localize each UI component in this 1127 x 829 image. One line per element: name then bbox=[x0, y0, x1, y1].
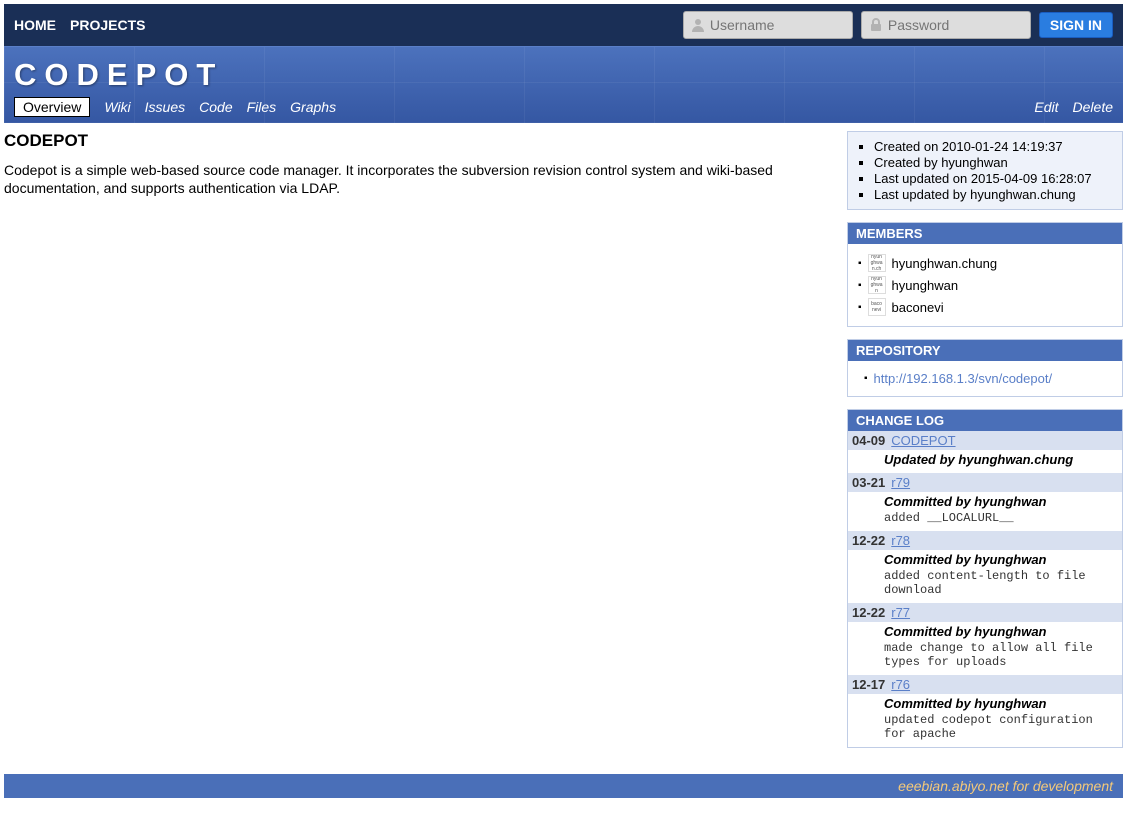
sidebar: Created on 2010-01-24 14:19:37 Created b… bbox=[847, 131, 1123, 760]
password-input[interactable] bbox=[888, 17, 1024, 33]
members-box: MEMBERS ▪hyun ghwa n.chhyunghwan.chung▪h… bbox=[847, 222, 1123, 327]
changelog-entry-head: 12-22 r77 bbox=[848, 603, 1122, 622]
changelog-msg: made change to allow all file types for … bbox=[884, 641, 1118, 669]
main-content: CODEPOT Codepot is a simple web-based so… bbox=[4, 131, 827, 760]
username-field-wrap[interactable] bbox=[683, 11, 853, 39]
footer: eeebian.abiyo.net for development bbox=[4, 774, 1123, 798]
members-header: MEMBERS bbox=[848, 223, 1122, 244]
topbar: HOME PROJECTS SIGN IN bbox=[4, 4, 1123, 46]
meta-updated-by: Last updated by hyunghwan.chung bbox=[874, 187, 1114, 202]
changelog-date: 03-21 bbox=[852, 475, 885, 490]
changelog-msg: added __LOCALURL__ bbox=[884, 511, 1118, 525]
changelog-date: 12-22 bbox=[852, 533, 885, 548]
repository-box: REPOSITORY ▪ http://192.168.1.3/svn/code… bbox=[847, 339, 1123, 397]
changelog-by: Committed by hyunghwan bbox=[884, 552, 1118, 567]
changelog-box: CHANGE LOG 04-09 CODEPOT Updated by hyungh… bbox=[847, 409, 1123, 748]
changelog-entry-head: 03-21 r79 bbox=[848, 473, 1122, 492]
meta-updated-on: Last updated on 2015-04-09 16:28:07 bbox=[874, 171, 1114, 186]
member-avatar: hyun ghwa n bbox=[868, 276, 886, 294]
lock-icon bbox=[868, 17, 884, 33]
changelog-by: Committed by hyunghwan bbox=[884, 696, 1118, 711]
delete-link[interactable]: Delete bbox=[1073, 99, 1113, 115]
changelog-by: Updated by hyunghwan.chung bbox=[884, 452, 1118, 467]
page-title: CODEPOT bbox=[4, 131, 827, 151]
changelog-entry-body: Committed by hyunghwan added content-leng… bbox=[848, 550, 1122, 603]
member-item: ▪baco nevibaconevi bbox=[858, 298, 1112, 316]
changelog-header: CHANGE LOG bbox=[848, 410, 1122, 431]
project-description: Codepot is a simple web-based source cod… bbox=[4, 161, 827, 197]
tab-files[interactable]: Files bbox=[247, 99, 277, 115]
member-name: hyunghwan bbox=[892, 278, 959, 293]
repository-url[interactable]: http://192.168.1.3/svn/codepot/ bbox=[874, 371, 1053, 386]
tab-graphs[interactable]: Graphs bbox=[290, 99, 336, 115]
password-field-wrap[interactable] bbox=[861, 11, 1031, 39]
tab-issues[interactable]: Issues bbox=[145, 99, 185, 115]
tab-wiki[interactable]: Wiki bbox=[104, 99, 130, 115]
changelog-entry-body: Committed by hyunghwan added __LOCALURL__ bbox=[848, 492, 1122, 531]
changelog-msg: added content-length to file download bbox=[884, 569, 1118, 597]
changelog-date: 12-17 bbox=[852, 677, 885, 692]
changelog-entry-head: 12-17 r76 bbox=[848, 675, 1122, 694]
member-name: baconevi bbox=[892, 300, 944, 315]
user-icon bbox=[690, 17, 706, 33]
changelog-date: 04-09 bbox=[852, 433, 885, 448]
changelog-rev[interactable]: CODEPOT bbox=[891, 433, 955, 448]
changelog-entry-head: 12-22 r78 bbox=[848, 531, 1122, 550]
meta-created-on: Created on 2010-01-24 14:19:37 bbox=[874, 139, 1114, 154]
changelog-by: Committed by hyunghwan bbox=[884, 624, 1118, 639]
member-name: hyunghwan.chung bbox=[892, 256, 998, 271]
changelog-rev[interactable]: r78 bbox=[891, 533, 910, 548]
changelog-rev[interactable]: r77 bbox=[891, 605, 910, 620]
member-item: ▪hyun ghwa nhyunghwan bbox=[858, 276, 1112, 294]
changelog-rev[interactable]: r79 bbox=[891, 475, 910, 490]
changelog-date: 12-22 bbox=[852, 605, 885, 620]
nav-projects[interactable]: PROJECTS bbox=[70, 17, 145, 33]
nav-home[interactable]: HOME bbox=[14, 17, 56, 33]
repository-header: REPOSITORY bbox=[848, 340, 1122, 361]
changelog-entry-body: Committed by hyunghwan updated codepot co… bbox=[848, 694, 1122, 747]
tab-overview[interactable]: Overview bbox=[14, 97, 90, 117]
changelog-msg: updated codepot configuration for apache bbox=[884, 713, 1118, 741]
changelog-entry-body: Updated by hyunghwan.chung bbox=[848, 450, 1122, 473]
edit-link[interactable]: Edit bbox=[1034, 99, 1058, 115]
project-title: CODEPOT bbox=[14, 57, 1113, 93]
member-avatar: hyun ghwa n.ch bbox=[868, 254, 886, 272]
member-item: ▪hyun ghwa n.chhyunghwan.chung bbox=[858, 254, 1112, 272]
changelog-rev[interactable]: r76 bbox=[891, 677, 910, 692]
changelog-entry-body: Committed by hyunghwan made change to all… bbox=[848, 622, 1122, 675]
project-header: CODEPOT Overview Wiki Issues Code Files … bbox=[4, 46, 1123, 123]
changelog-by: Committed by hyunghwan bbox=[884, 494, 1118, 509]
meta-box: Created on 2010-01-24 14:19:37 Created b… bbox=[847, 131, 1123, 210]
username-input[interactable] bbox=[710, 17, 846, 33]
signin-button[interactable]: SIGN IN bbox=[1039, 12, 1113, 38]
meta-created-by: Created by hyunghwan bbox=[874, 155, 1114, 170]
changelog-entry-head: 04-09 CODEPOT bbox=[848, 431, 1122, 450]
member-avatar: baco nevi bbox=[868, 298, 886, 316]
tab-code[interactable]: Code bbox=[199, 99, 232, 115]
